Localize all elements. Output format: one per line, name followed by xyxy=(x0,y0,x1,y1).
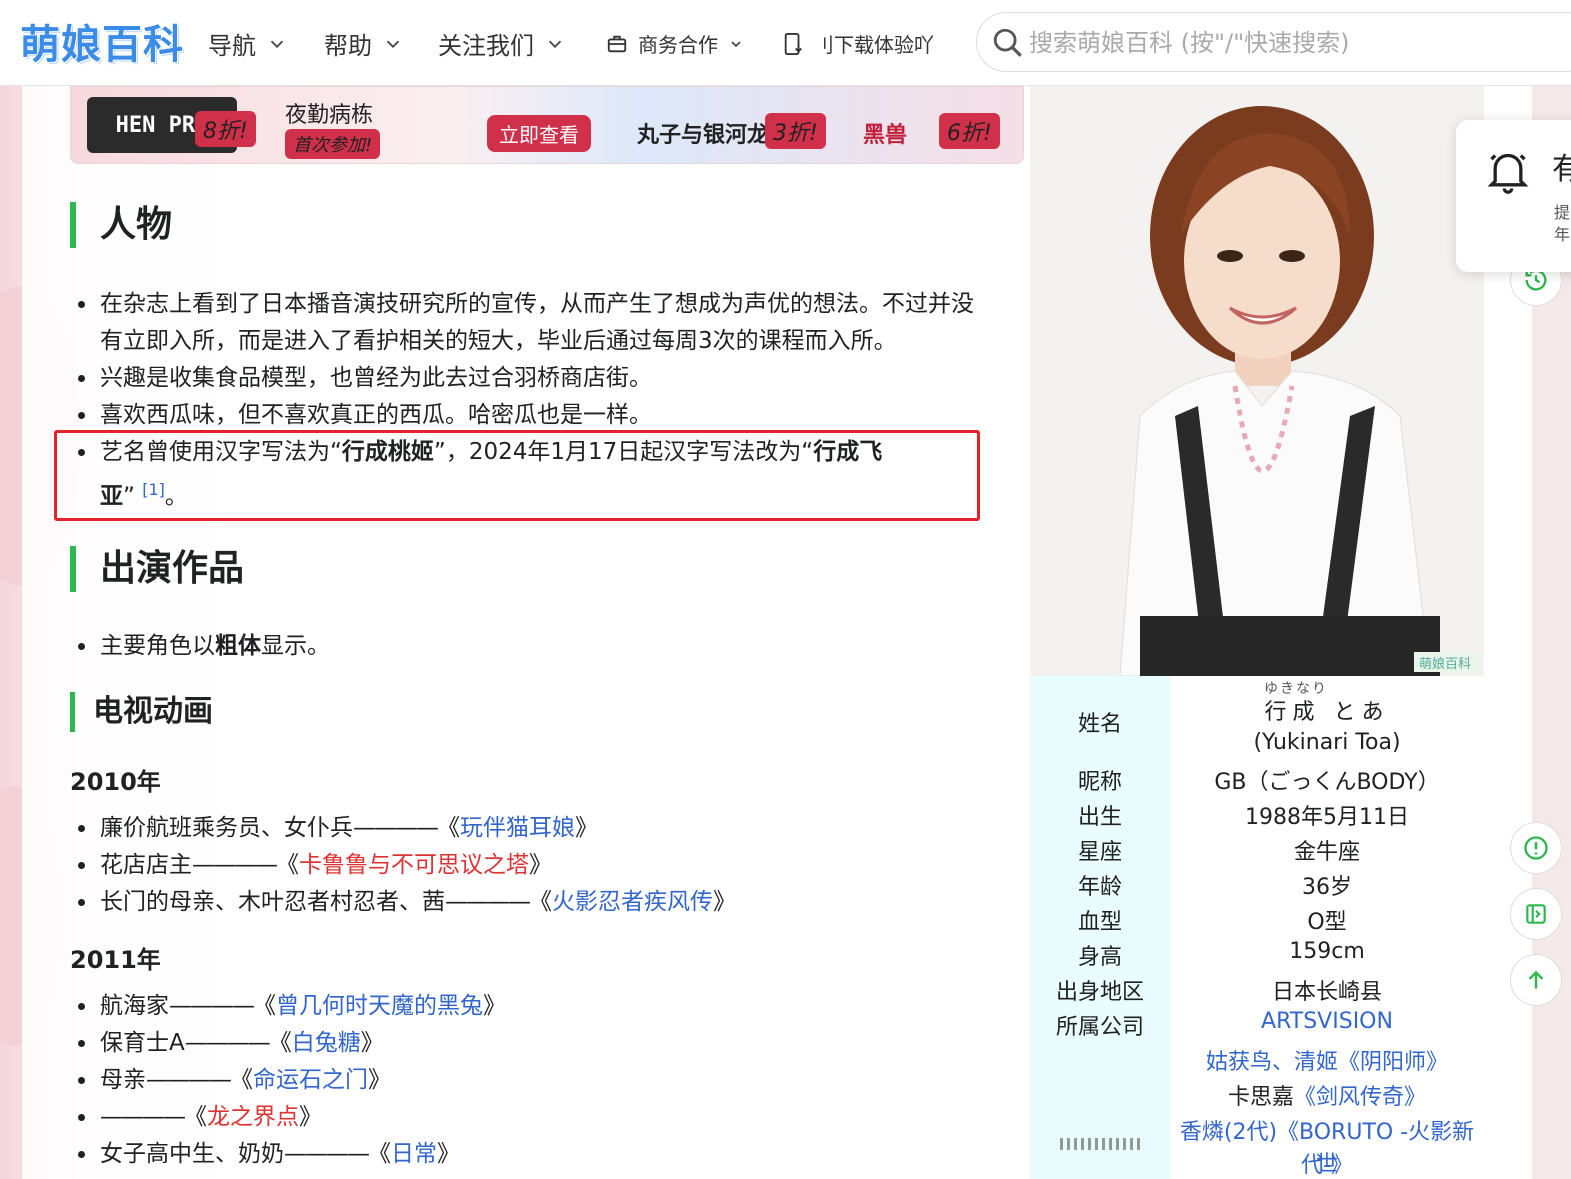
work-link[interactable]: 火影忍者疾风传 xyxy=(552,889,713,915)
panel-toggle-icon xyxy=(1526,904,1546,924)
work-link[interactable]: 命运石之门 xyxy=(253,1067,368,1093)
chevron-down-icon xyxy=(386,40,400,48)
nav-help[interactable]: 帮助 xyxy=(324,26,404,61)
infobox-table: 姓名 ゆきなり 行成 とあ (Yukinari Toa) 昵称 GB（ごっくんB… xyxy=(1030,676,1484,1179)
search-input[interactable] xyxy=(1029,23,1549,63)
notification-popup[interactable]: 有 提年 xyxy=(1456,120,1571,272)
portrait-illustration: 萌娘百科 xyxy=(1030,86,1484,676)
list-item: 航海家————《曾几何时天魔的黑兔》 xyxy=(78,988,506,1025)
nav-download-label: 刂下载体验吖 xyxy=(814,33,934,57)
ad-item-title: 丸子与银河龙 xyxy=(637,122,770,148)
work-link[interactable]: 日常 xyxy=(391,1141,437,1167)
notification-title: 有 xyxy=(1552,152,1571,187)
infobox-label: 姓名 xyxy=(1077,712,1122,737)
list-item: 保育士A————《白兔糖》 xyxy=(78,1025,506,1062)
role-link[interactable]: 姑获鸟、清姬 xyxy=(1206,1050,1338,1075)
search-box[interactable] xyxy=(976,12,1571,72)
list-item: 在杂志上看到了日本播音演技研究所的宣传，从而产生了想成为声优的想法。不过并没 有… xyxy=(78,286,1030,360)
tv-list-2011: 航海家————《曾几何时天魔的黑兔》 保育士A————《白兔糖》 母亲————《… xyxy=(78,988,506,1173)
section-heading-tv: 电视动画 xyxy=(70,692,213,732)
nav-guide[interactable]: 导航 xyxy=(208,26,288,61)
list-item: 母亲————《命运石之门》 xyxy=(78,1062,506,1099)
alert-icon xyxy=(1524,836,1548,860)
ad-tag: 3折! xyxy=(765,113,826,149)
work-link[interactable]: 《阴阳师》 xyxy=(1338,1050,1448,1075)
briefcase-icon xyxy=(607,35,627,52)
role-link[interactable]: 香燐(2代) xyxy=(1180,1120,1277,1145)
list-item: 主要角色以粗体显示。 xyxy=(78,628,330,665)
chevron-down-icon xyxy=(731,40,741,47)
ad-tag: 6折! xyxy=(939,113,1000,149)
nav-business-label: 商务合作 xyxy=(638,33,718,57)
list-item: 廉价航班乘务员、女仆兵————《玩伴猫耳娘》 xyxy=(78,810,736,847)
work-link[interactable]: 白兔糖 xyxy=(292,1030,361,1056)
name-romaji: (Yukinari Toa) xyxy=(1253,730,1401,755)
work-link[interactable]: 玩伴猫耳娘 xyxy=(460,815,575,841)
nav-business[interactable]: 商务合作 xyxy=(606,29,744,58)
list-item: 兴趣是收集食品模型，也曾经为此去过合羽桥商店街。 xyxy=(78,360,1030,397)
ad-banner[interactable]: HEN PRI 8折! 夜勤病栋 首次参加! 立即查看 丸子与银河龙 3折! 黑… xyxy=(70,86,1024,164)
work-link[interactable]: 代-》 xyxy=(1170,1147,1484,1179)
nav-download[interactable]: 刂下载体验吖 xyxy=(782,29,934,58)
list-item: 喜欢西瓜味，但不喜欢真正的西瓜。哈密瓜也是一样。 xyxy=(78,397,1030,434)
works-note-list: 主要角色以粗体显示。 xyxy=(78,628,330,665)
work-link[interactable]: 龙之界点 xyxy=(207,1104,299,1130)
ad-view-button[interactable]: 立即查看 xyxy=(487,115,591,152)
nav-follow-label: 关注我们 xyxy=(438,32,534,60)
blurred-label xyxy=(1060,1138,1144,1150)
site-logo[interactable]: 萌娘百科 xyxy=(20,12,184,70)
work-link[interactable]: 《剑风传奇》 xyxy=(1294,1085,1426,1110)
work-link[interactable]: 曾几何时天魔的黑兔 xyxy=(276,993,483,1019)
ad-item-title: 黑兽 xyxy=(863,122,908,148)
year-heading: 2011年 xyxy=(70,946,161,974)
back-to-top-button[interactable] xyxy=(1510,954,1562,1006)
notification-text: 提年 xyxy=(1554,203,1571,244)
company-link[interactable]: ARTSVISION xyxy=(1170,1009,1484,1034)
watermark: 萌娘百科 xyxy=(1419,657,1471,672)
sidebar-toggle-button[interactable] xyxy=(1510,888,1562,940)
year-heading: 2010年 xyxy=(70,768,161,796)
nav-follow[interactable]: 关注我们 xyxy=(438,26,566,61)
ad-tag: 8折! xyxy=(195,111,256,147)
chevron-down-icon xyxy=(270,40,284,48)
ad-tag: 首次参加! xyxy=(285,129,381,159)
nav-help-label: 帮助 xyxy=(324,32,372,60)
chevron-down-icon xyxy=(548,40,562,48)
arrow-up-icon xyxy=(1528,970,1544,989)
phone-download-icon xyxy=(784,32,802,55)
ad-item-title: 夜勤病栋 xyxy=(285,103,374,128)
work-link[interactable]: 卡鲁鲁与不可思议之塔 xyxy=(299,852,529,878)
site-header: 萌娘百科 导航 帮助 关注我们 商务合作 刂下载体验吖 xyxy=(0,0,1571,86)
search-icon xyxy=(993,28,1022,57)
tv-list-2010: 廉价航班乘务员、女仆兵————《玩伴猫耳娘》 花店店主————《卡鲁鲁与不可思议… xyxy=(78,810,736,921)
list-item: 花店店主————《卡鲁鲁与不可思议之塔》 xyxy=(78,847,736,884)
list-item: 女子高中生、奶奶————《日常》 xyxy=(78,1136,506,1173)
name-japanese: 行成 とあ xyxy=(1264,700,1390,725)
list-item: 长门的母亲、木叶忍者村忍者、茜————《火影忍者疾风传》 xyxy=(78,884,736,921)
report-button[interactable] xyxy=(1510,822,1562,874)
section-heading-person: 人物 xyxy=(70,202,172,248)
nav-guide-label: 导航 xyxy=(208,32,256,60)
list-item: ————《龙之界点》 xyxy=(78,1099,506,1136)
highlight-box xyxy=(54,430,980,521)
bell-icon xyxy=(1487,153,1529,194)
section-heading-works: 出演作品 xyxy=(70,546,244,592)
profile-photo[interactable]: 萌娘百科 xyxy=(1030,86,1484,676)
